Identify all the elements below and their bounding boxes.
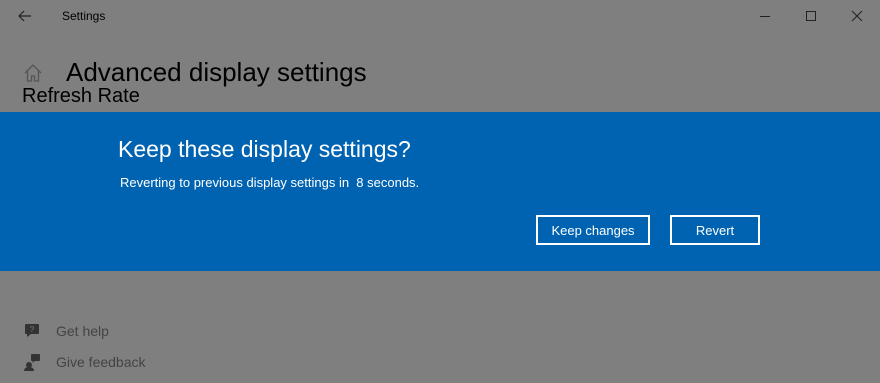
maximize-icon [806, 11, 816, 21]
get-help-link[interactable]: ? Get help [22, 321, 109, 341]
page-title: Advanced display settings [66, 57, 367, 87]
dialog-title: Keep these display settings? [118, 136, 411, 162]
feedback-icon [22, 352, 42, 372]
section-heading-refresh-rate: Refresh Rate [22, 86, 140, 106]
give-feedback-label: Give feedback [56, 354, 146, 370]
maximize-button[interactable] [788, 0, 834, 32]
close-button[interactable] [834, 0, 880, 32]
title-bar: Settings [0, 0, 880, 32]
revert-button[interactable]: Revert [670, 215, 760, 245]
close-icon [851, 10, 863, 22]
back-button[interactable] [14, 6, 36, 26]
help-chat-icon: ? [22, 321, 42, 341]
get-help-label: Get help [56, 323, 109, 339]
dialog-message: Reverting to previous display settings i… [120, 175, 420, 190]
back-arrow-icon [18, 10, 31, 22]
svg-text:?: ? [30, 325, 35, 334]
minimize-icon [760, 16, 770, 17]
give-feedback-link[interactable]: Give feedback [22, 352, 146, 372]
keep-settings-dialog: Keep these display settings? Reverting t… [0, 112, 880, 271]
window-title: Settings [62, 9, 106, 23]
keep-changes-button[interactable]: Keep changes [536, 215, 650, 245]
home-icon[interactable] [22, 62, 44, 84]
minimize-button[interactable] [742, 0, 788, 32]
